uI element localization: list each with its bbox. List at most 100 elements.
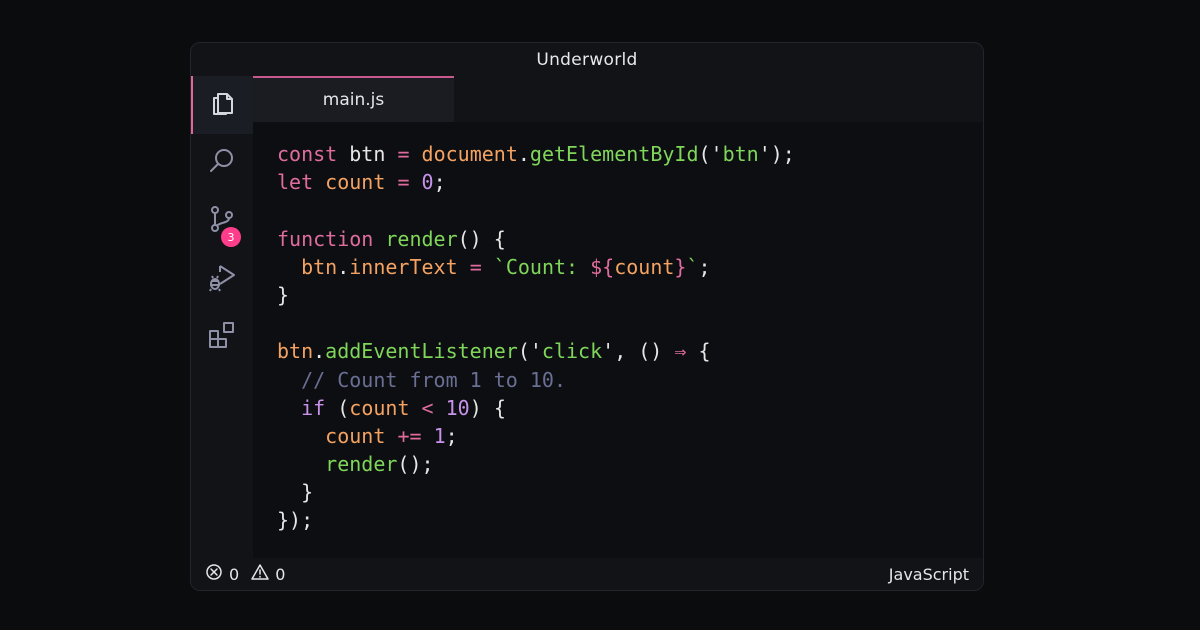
code-token: ' xyxy=(602,339,615,364)
code-token: count xyxy=(614,254,675,279)
code-token: ( xyxy=(698,142,711,166)
run-debug-icon xyxy=(206,261,238,297)
activity-explorer[interactable] xyxy=(191,76,253,134)
code-token: ' xyxy=(710,142,723,166)
window-title: Underworld xyxy=(536,49,638,70)
code-token: . xyxy=(337,254,350,279)
code-token: ; xyxy=(433,170,446,195)
warning-icon xyxy=(251,563,269,585)
activity-run-debug[interactable] xyxy=(191,250,253,308)
activity-extensions[interactable] xyxy=(191,308,253,366)
code-line[interactable]: // Count from 1 to 10. xyxy=(277,366,795,394)
code-token: 10 xyxy=(445,395,470,420)
code-token: ; xyxy=(698,254,711,279)
code-token: () { xyxy=(457,226,506,251)
code-token: count xyxy=(325,423,386,448)
code-token: ); xyxy=(770,142,795,166)
code-token: } xyxy=(277,282,290,307)
code-token: ⇒ xyxy=(674,339,687,364)
tab-main-js[interactable]: main.js xyxy=(253,76,454,122)
code-token: btn xyxy=(301,254,338,279)
code-token: btn xyxy=(722,142,759,166)
files-icon xyxy=(207,87,239,123)
code-token: . xyxy=(517,142,530,166)
code-token: , () xyxy=(614,339,675,364)
code-token: btn xyxy=(277,339,314,364)
code-line[interactable]: if (count < 10) { xyxy=(277,394,795,422)
code-token: btn xyxy=(349,142,386,166)
code-line[interactable]: }); xyxy=(277,506,795,534)
code-token: } xyxy=(674,254,687,279)
code-token: = xyxy=(469,254,482,279)
code-token: ` xyxy=(686,254,699,279)
editor-window: Underworld 3 main.js const btn = documen… xyxy=(190,42,984,591)
code-line[interactable]: render(); xyxy=(277,450,795,478)
code-line[interactable]: function render() { xyxy=(277,225,795,253)
code-line[interactable]: } xyxy=(277,478,795,506)
code-editor[interactable]: const btn = document.getElementById('btn… xyxy=(253,122,983,560)
language-mode[interactable]: JavaScript xyxy=(889,565,969,584)
code-line[interactable]: btn.addEventListener('click', () ⇒ { xyxy=(277,337,795,365)
code-line[interactable]: btn.innerText = `Count: ${count}`; xyxy=(277,253,795,281)
code-token: document xyxy=(421,142,518,166)
code-line[interactable]: count += 1; xyxy=(277,422,795,450)
tab-bar: main.js xyxy=(253,76,983,122)
code-token: ' xyxy=(529,339,542,364)
code-token: count xyxy=(349,395,410,420)
code-line[interactable]: const btn = document.getElementById('btn… xyxy=(277,140,795,168)
code-token: } xyxy=(277,480,314,505)
activity-source-control[interactable]: 3 xyxy=(191,192,253,250)
code-line[interactable] xyxy=(277,309,795,337)
code-token: < xyxy=(421,395,434,420)
code-token: ' xyxy=(758,142,771,166)
problems-indicator[interactable]: 0 0 xyxy=(205,563,285,585)
code-line[interactable]: } xyxy=(277,281,795,309)
code-token: const xyxy=(277,142,338,166)
code-line[interactable]: let count = 0; xyxy=(277,168,795,196)
code-token: count xyxy=(325,170,386,195)
code-token: { xyxy=(686,339,711,364)
code-token: `Count: xyxy=(493,254,591,279)
code-content[interactable]: const btn = document.getElementById('btn… xyxy=(277,140,795,535)
error-icon xyxy=(205,563,223,585)
code-token: = xyxy=(397,142,410,166)
activity-search[interactable] xyxy=(191,134,253,192)
error-count: 0 xyxy=(229,564,240,584)
code-token: addEventListener xyxy=(325,339,518,364)
code-line[interactable] xyxy=(277,196,795,224)
code-token: innerText xyxy=(349,254,458,279)
code-token: ; xyxy=(445,423,458,448)
code-token: += xyxy=(397,423,422,448)
code-token: ( xyxy=(517,339,530,364)
code-token: (); xyxy=(397,452,434,477)
status-bar: 0 0 JavaScript xyxy=(191,558,983,590)
code-token: click xyxy=(541,339,603,364)
code-token: }); xyxy=(277,508,314,533)
code-token: ) { xyxy=(469,395,506,420)
extensions-icon xyxy=(206,319,238,355)
source-control-badge: 3 xyxy=(221,227,241,247)
code-token: function xyxy=(277,226,374,251)
code-token: let xyxy=(277,170,314,195)
code-token: ( xyxy=(325,395,350,420)
code-token: = xyxy=(397,170,410,195)
activity-bar: 3 xyxy=(191,76,253,560)
warning-count: 0 xyxy=(275,564,286,584)
code-token: render xyxy=(325,452,398,477)
code-token: . xyxy=(313,339,326,364)
code-token: 1 xyxy=(433,423,446,448)
